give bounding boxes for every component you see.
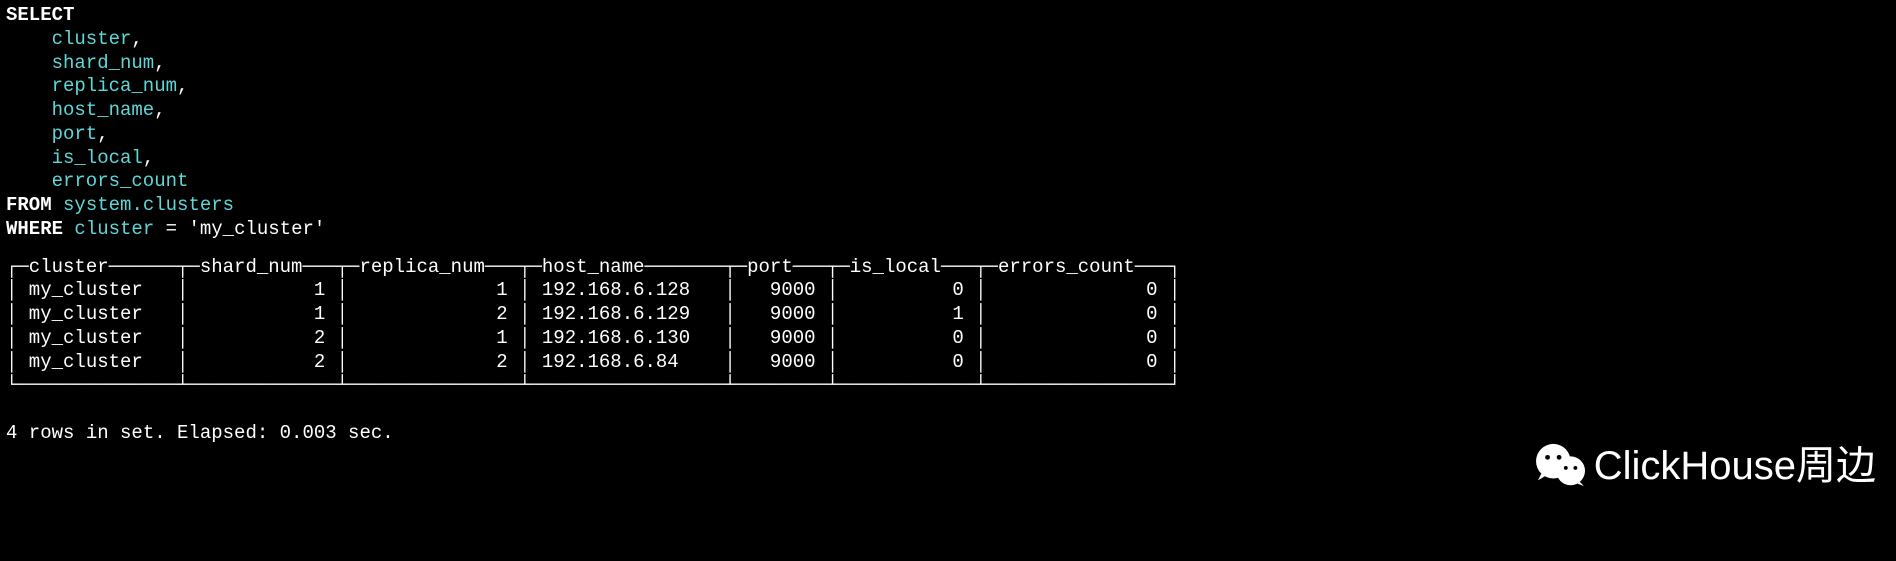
sql-query-block: SELECT cluster, shard_num, replica_num, … — [6, 4, 1890, 242]
sql-table: clusters — [143, 194, 234, 216]
sql-string-literal: 'my_cluster' — [188, 218, 325, 240]
dot: . — [131, 194, 142, 216]
sql-keyword-select: SELECT — [6, 4, 74, 26]
sql-schema: system — [63, 194, 131, 216]
sql-keyword-from: FROM — [6, 194, 52, 216]
comma: , — [143, 147, 154, 169]
watermark: ClickHouse周边 — [1532, 441, 1876, 491]
sql-where-line: WHERE cluster = 'my_cluster' — [6, 218, 1890, 242]
watermark-text: ClickHouse周边 — [1594, 441, 1876, 491]
sql-col-line: port, — [6, 123, 1890, 147]
sql-column: replica_num — [52, 75, 177, 97]
comma: , — [154, 99, 165, 121]
wechat-icon — [1532, 442, 1590, 490]
comma: , — [177, 75, 188, 97]
sql-column: host_name — [52, 99, 155, 121]
sql-col-line: host_name, — [6, 99, 1890, 123]
sql-column: port — [52, 123, 98, 145]
sql-select-line: SELECT — [6, 4, 1890, 28]
sql-col-line: shard_num, — [6, 52, 1890, 76]
sql-column: errors_count — [52, 170, 189, 192]
sql-col-line: is_local, — [6, 147, 1890, 171]
result-table: ┌─cluster──────┬─shard_num───┬─replica_n… — [6, 256, 1890, 399]
sql-col-line: errors_count — [6, 170, 1890, 194]
sql-col-line: cluster, — [6, 28, 1890, 52]
sql-column: shard_num — [52, 52, 155, 74]
comma: , — [131, 28, 142, 50]
sql-from-line: FROM system.clusters — [6, 194, 1890, 218]
sql-keyword-where: WHERE — [6, 218, 63, 240]
sql-column: cluster — [52, 28, 132, 50]
sql-where-column: cluster — [74, 218, 154, 240]
comma: , — [97, 123, 108, 145]
sql-col-line: replica_num, — [6, 75, 1890, 99]
equals: = — [166, 218, 177, 240]
sql-column: is_local — [52, 147, 143, 169]
comma: , — [154, 52, 165, 74]
